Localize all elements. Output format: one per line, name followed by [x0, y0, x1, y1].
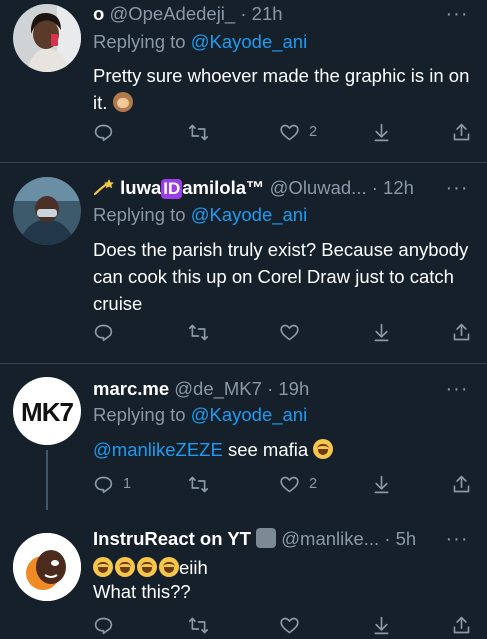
see-no-evil-monkey-icon	[112, 92, 133, 112]
tweet-text: Pretty sure whoever made the graphic is …	[93, 65, 470, 113]
reply-icon	[94, 476, 113, 493]
display-name[interactable]: marc.me	[93, 378, 169, 399]
download-button[interactable]	[371, 320, 392, 344]
share-icon	[453, 123, 470, 140]
retweet-button[interactable]	[188, 472, 218, 496]
share-button[interactable]	[451, 472, 472, 496]
tweet-header: InstruReact on YT @manlike... · 5h	[93, 527, 427, 551]
reply-to-handle[interactable]: @Kayode_ani	[191, 31, 308, 52]
download-icon	[374, 123, 389, 141]
display-name[interactable]: o	[93, 3, 104, 24]
timestamp[interactable]: · 19h	[267, 378, 309, 399]
more-icon[interactable]: ···	[445, 178, 469, 202]
download-icon	[374, 323, 389, 341]
more-icon[interactable]: ···	[445, 529, 469, 553]
replying-to: Replying to @Kayode_ani	[93, 404, 308, 425]
tweet[interactable]: luwa ID amilola™ @Oluwad... · 12h ··· Repl…	[0, 163, 487, 363]
timestamp[interactable]: · 21h	[240, 3, 282, 24]
reply-to-handle[interactable]: @Kayode_ani	[191, 204, 308, 225]
action-bar: 2	[93, 120, 483, 144]
tweet[interactable]: InstruReact on YT @manlike... · 5h ··· e…	[0, 505, 487, 639]
like-button[interactable]: 2	[279, 120, 317, 144]
share-button[interactable]	[451, 120, 472, 144]
reply-button[interactable]	[93, 120, 123, 144]
reply-to-handle[interactable]: @Kayode_ani	[191, 404, 308, 425]
handle[interactable]: @manlike...	[281, 528, 379, 549]
tweet-text: Does the parish truly exist? Because any…	[93, 239, 469, 314]
reply-button[interactable]	[93, 613, 123, 637]
tweet[interactable]: o @OpeAdedeji_ · 21h ··· Replying to @Ka…	[0, 0, 487, 160]
face-with-tears-of-joy-icon	[93, 557, 113, 577]
face-with-tears-of-joy-icon	[115, 557, 135, 577]
avatar[interactable]	[13, 533, 81, 601]
timestamp[interactable]: · 5h	[384, 528, 416, 549]
display-name[interactable]: luwa ID amilola™	[120, 177, 265, 199]
tweet[interactable]: MK7 marc.me @de_MK7 · 19h ··· Replying t…	[0, 364, 487, 510]
face-with-tears-of-joy-icon	[137, 557, 157, 577]
more-icon[interactable]: ···	[445, 4, 469, 28]
like-icon	[280, 476, 299, 492]
tweet-header: luwa ID amilola™ @Oluwad... · 12h	[93, 176, 427, 200]
thread-line	[46, 450, 48, 510]
download-button[interactable]	[371, 613, 392, 637]
reply-icon	[94, 617, 113, 634]
avatar-logo-text: MK7	[21, 397, 74, 427]
action-bar	[93, 320, 483, 344]
dizzy-star-icon	[93, 179, 114, 196]
retweet-icon	[188, 476, 209, 492]
tweet-text-line-2: What this??	[93, 581, 191, 602]
action-bar	[93, 613, 483, 637]
like-button[interactable]: 2	[279, 472, 317, 496]
tweet-header: marc.me @de_MK7 · 19h	[93, 377, 427, 401]
face-with-tears-of-joy-icon	[313, 439, 334, 459]
handle[interactable]: @Oluwad...	[270, 177, 367, 198]
download-button[interactable]	[371, 120, 392, 144]
retweet-icon	[188, 124, 209, 140]
like-button[interactable]	[279, 320, 309, 344]
share-button[interactable]	[451, 320, 472, 344]
face-with-tears-of-joy-icon	[159, 557, 179, 577]
like-icon	[280, 617, 299, 633]
id-badge: ID	[161, 179, 183, 199]
more-icon[interactable]: ···	[445, 379, 469, 403]
reply-button[interactable]	[93, 320, 123, 344]
tweet-header: o @OpeAdedeji_ · 21h	[93, 2, 427, 26]
replying-to: Replying to @Kayode_ani	[93, 31, 308, 52]
like-button[interactable]	[279, 613, 309, 637]
avatar[interactable]	[13, 4, 81, 72]
share-button[interactable]	[451, 613, 472, 637]
reply-icon	[94, 324, 113, 341]
replying-to: Replying to @Kayode_ani	[93, 204, 308, 225]
reply-button[interactable]: 1	[93, 472, 131, 496]
avatar[interactable]	[13, 177, 81, 245]
tweet-text: @manlikeZEZE see mafia	[93, 436, 473, 463]
sticker-icon	[256, 528, 277, 548]
tweet-text: eiih	[93, 554, 473, 581]
retweet-icon	[188, 617, 209, 633]
share-icon	[453, 475, 470, 492]
handle[interactable]: @OpeAdedeji_	[109, 3, 235, 24]
download-button[interactable]	[371, 472, 392, 496]
handle[interactable]: @de_MK7	[174, 378, 262, 399]
download-icon	[374, 616, 389, 634]
avatar[interactable]: MK7	[13, 377, 81, 445]
download-icon	[374, 475, 389, 493]
action-bar: 1 2	[93, 472, 483, 496]
reply-icon	[94, 124, 113, 141]
share-icon	[453, 323, 470, 340]
retweet-icon	[188, 324, 209, 340]
mention-link[interactable]: @manlikeZEZE	[93, 439, 223, 460]
like-icon	[280, 124, 299, 140]
retweet-button[interactable]	[188, 320, 218, 344]
timestamp[interactable]: · 12h	[372, 177, 414, 198]
like-icon	[280, 324, 299, 340]
retweet-button[interactable]	[188, 613, 218, 637]
retweet-button[interactable]	[188, 120, 218, 144]
display-name[interactable]: InstruReact on YT	[93, 528, 251, 549]
share-icon	[453, 616, 470, 633]
